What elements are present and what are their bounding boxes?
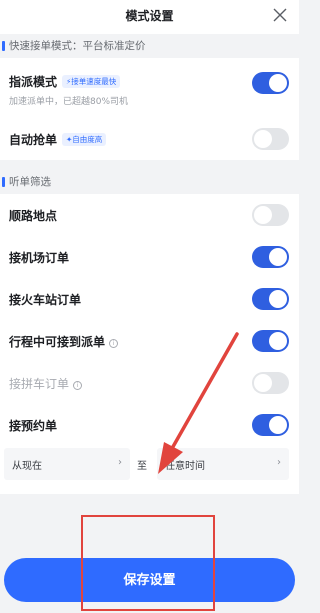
auto-grab-toggle[interactable] xyxy=(252,128,289,150)
assign-mode-toggle[interactable] xyxy=(252,72,289,94)
chevron-right-icon: › xyxy=(277,457,281,468)
assign-mode-label: 指派模式 xyxy=(9,75,58,89)
fast-mode-panel: 指派模式 ⚡接单速度最快 加速派单中，已超越80%司机 自动抢单 ✦自由度高 xyxy=(0,58,299,160)
filter-row-airport: 接机场订单 xyxy=(0,236,299,278)
filter-row-train: 接火车站订单 xyxy=(0,278,299,320)
reservation-to-label: 至 xyxy=(137,461,147,472)
auto-grab-row: 自动抢单 ✦自由度高 xyxy=(0,114,299,160)
filter-row-in-trip: 行程中可接到派单 i xyxy=(0,320,299,362)
filter-row-reservation: 接预约单 xyxy=(0,404,299,446)
reservation-from-value: 从现在 xyxy=(12,461,42,472)
auto-grab-tag: ✦自由度高 xyxy=(62,133,107,146)
reservation-toggle[interactable] xyxy=(252,414,289,436)
reservation-to-select[interactable]: 任意时间 › xyxy=(157,448,289,480)
reservation-to-value: 任意时间 xyxy=(165,461,205,472)
filter-row-shunlu: 顺路地点 xyxy=(0,194,299,236)
shunlu-toggle[interactable] xyxy=(252,204,289,226)
filter-label-carpool: 接拼车订单 xyxy=(9,377,70,391)
fast-mode-section-label: 快速接单模式：平台标准定价 xyxy=(0,36,299,56)
save-settings-button[interactable]: 保存设置 xyxy=(4,558,295,602)
carpool-toggle[interactable] xyxy=(252,372,289,394)
info-icon[interactable]: i xyxy=(109,339,119,348)
airport-toggle[interactable] xyxy=(252,246,289,268)
filter-row-carpool: 接拼车订单 i xyxy=(0,362,299,404)
close-icon[interactable] xyxy=(271,6,289,24)
assign-mode-row: 指派模式 ⚡接单速度最快 加速派单中，已超越80%司机 xyxy=(0,58,299,114)
assign-mode-tag: ⚡接单速度最快 xyxy=(62,75,121,88)
filter-label-in-trip: 行程中可接到派单 xyxy=(9,335,106,349)
header: 模式设置 xyxy=(0,0,299,34)
info-icon[interactable]: i xyxy=(73,381,83,390)
reservation-from-select[interactable]: 从现在 › xyxy=(4,448,130,480)
filter-label-reservation: 接预约单 xyxy=(9,419,58,433)
assign-mode-sub: 加速派单中，已超越80%司机 xyxy=(9,97,129,107)
in-trip-toggle[interactable] xyxy=(252,330,289,352)
chevron-right-icon: › xyxy=(118,457,122,468)
page-title: 模式设置 xyxy=(125,9,174,23)
filter-label-shunlu: 顺路地点 xyxy=(9,209,58,223)
filter-panel: 顺路地点 接机场订单 接火车站订单 行程中可接到派单 i 接拼车订单 i 接预约单 … xyxy=(0,194,299,494)
train-toggle[interactable] xyxy=(252,288,289,310)
filter-section-label: 听单筛选 xyxy=(0,172,299,192)
auto-grab-label: 自动抢单 xyxy=(9,133,58,147)
filter-label-airport: 接机场订单 xyxy=(9,251,70,265)
filter-label-train: 接火车站订单 xyxy=(9,293,82,307)
